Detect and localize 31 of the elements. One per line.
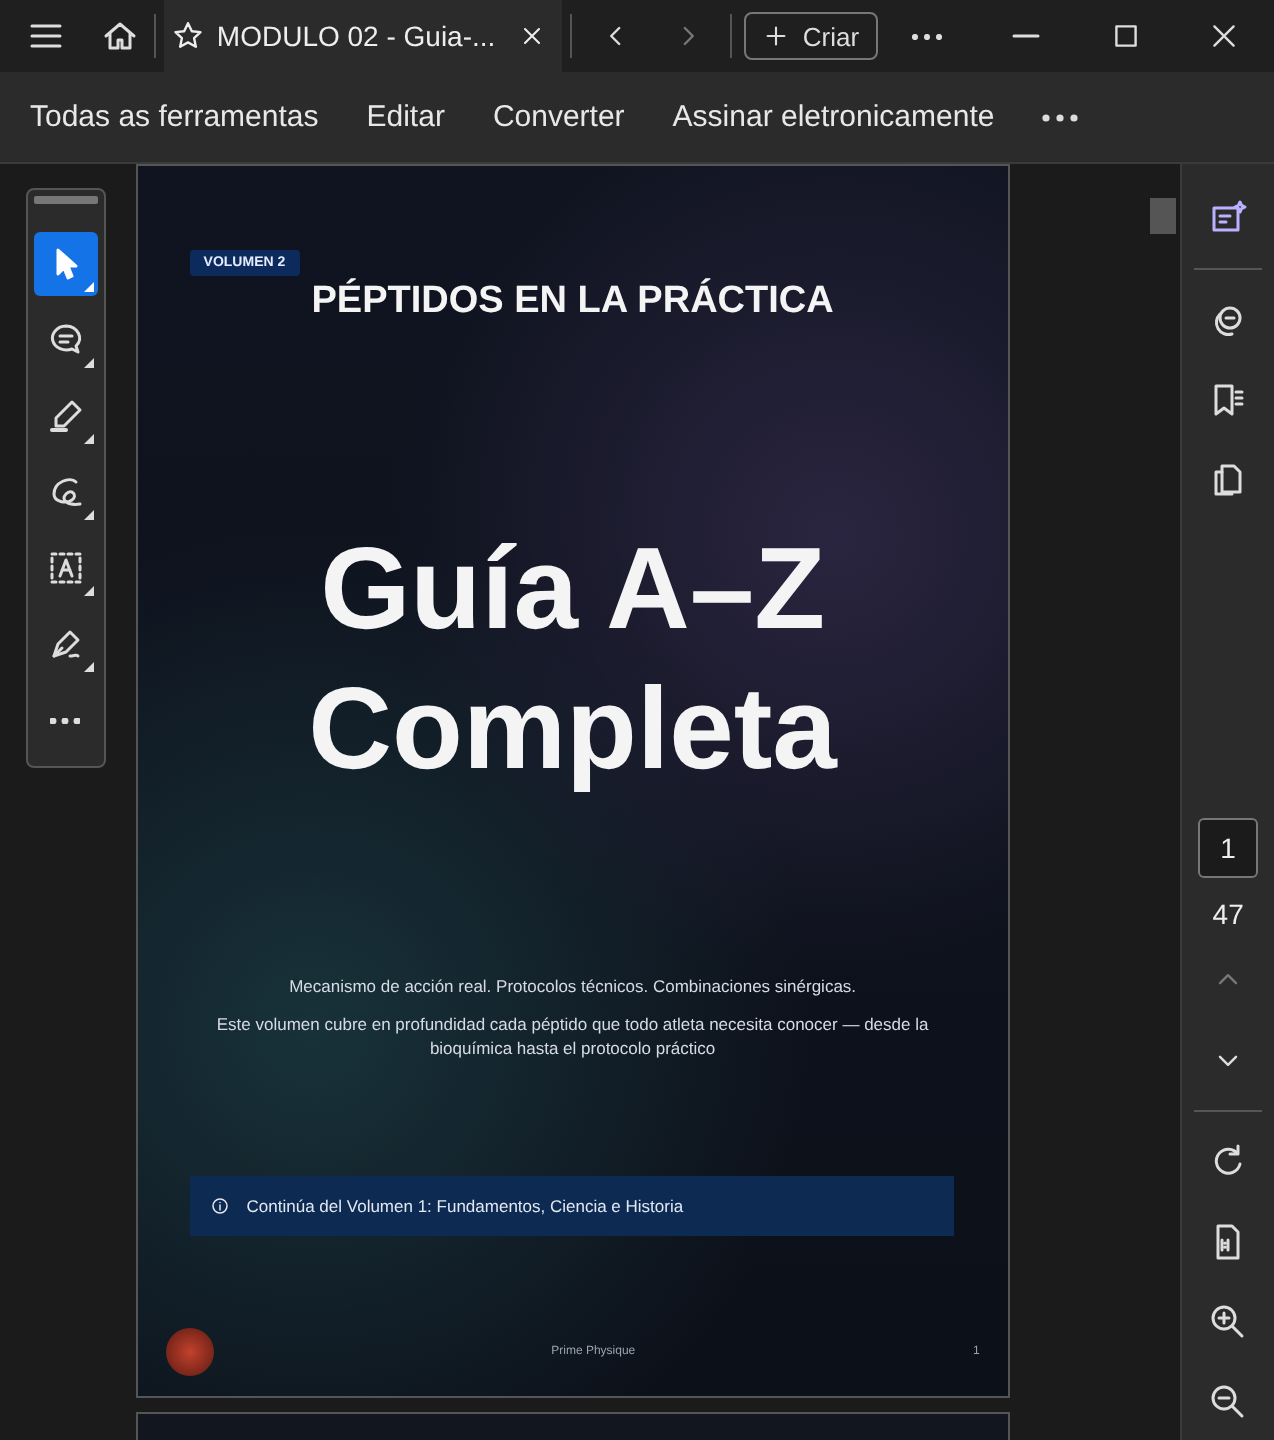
menu-item[interactable]: Assinar eletronicamente (672, 100, 995, 134)
tagline-text: Mecanismo de acción real. Protocolos técnicos. Combinaciones sinérgicas. (289, 976, 857, 996)
info-icon (210, 1196, 231, 1216)
star-icon (172, 20, 205, 52)
more-icon (911, 33, 942, 39)
page-number-field[interactable]: 1 (1198, 818, 1259, 878)
sparkle-document-icon (1208, 198, 1249, 238)
text-box-icon (45, 548, 86, 588)
close-icon (1208, 20, 1241, 52)
total-pages: 47 (1212, 898, 1244, 930)
more-menu-button[interactable] (1042, 113, 1079, 121)
menu-item[interactable]: Converter (492, 100, 625, 134)
zoom-out-icon (1208, 1382, 1249, 1422)
maximize-icon (1109, 20, 1142, 52)
create-button[interactable]: Criar (744, 12, 878, 60)
cover-title: Completa (308, 662, 837, 798)
more-icon (1042, 113, 1079, 121)
notice-text: Continúa del Volumen 1: Fundamentos, Ciencia e Historia (246, 1196, 684, 1216)
highlighter-icon (45, 396, 86, 436)
page-heading: PÉPTIDOS EN LA PRÁCTICA (311, 280, 834, 324)
minimize-icon (1011, 34, 1040, 38)
tool-button[interactable] (33, 232, 98, 296)
menu-item[interactable]: Editar (366, 100, 445, 134)
cover-title: Guía A–Z (320, 522, 826, 658)
plus-icon (762, 22, 791, 50)
description-text: Este volumen cubre en profundidad cada péptido que todo atleta necesita conocer — desde la bioquímica hasta el protocolo práctico (214, 1012, 931, 1060)
menu-item[interactable]: Todas as ferramentas (30, 100, 319, 134)
more-icon (50, 717, 81, 723)
zoom-in-icon (1208, 1302, 1249, 1342)
document-tab[interactable]: MODULO 02 - Guia-... (164, 0, 562, 72)
logo-badge (165, 1328, 214, 1376)
